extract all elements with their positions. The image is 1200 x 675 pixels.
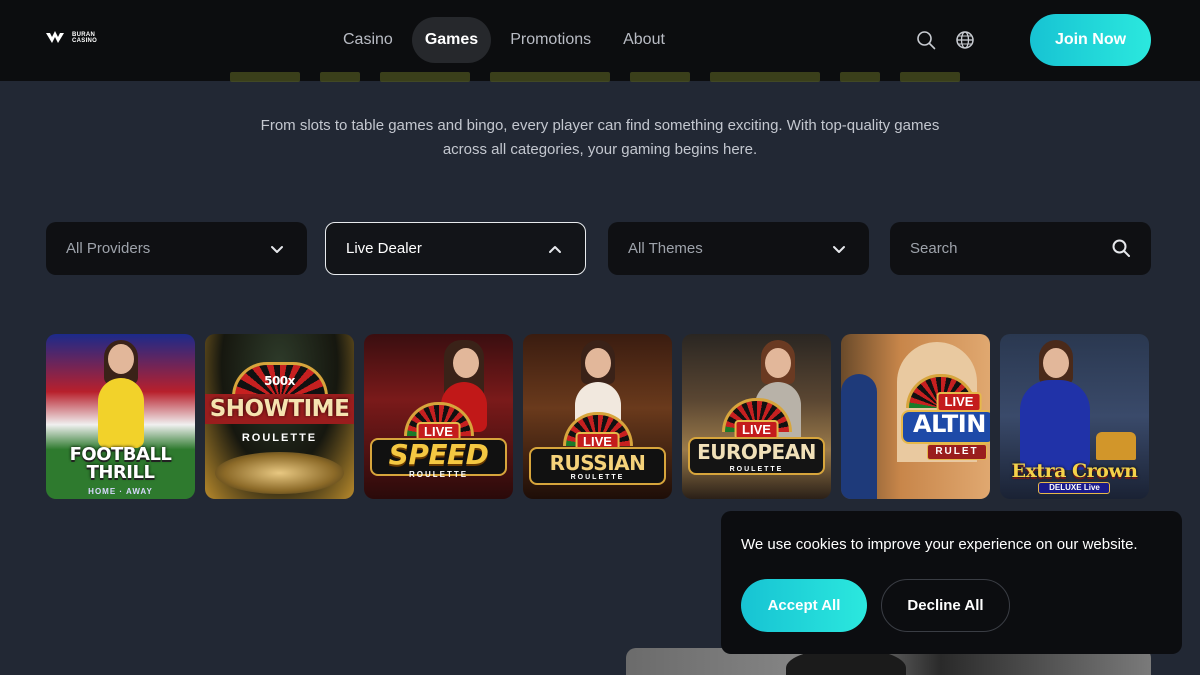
nav-casino[interactable]: Casino <box>330 17 406 63</box>
dealer-partial <box>841 374 877 499</box>
logo-text: BURAN CASINO <box>72 32 98 44</box>
game-subtitle: ROULETTE <box>729 466 784 473</box>
game-multiplier: 500x <box>264 374 295 388</box>
nav-games[interactable]: Games <box>411 17 492 63</box>
search-input-placeholder: Search <box>910 240 958 257</box>
chevron-up-icon <box>549 246 561 253</box>
search-icon[interactable] <box>916 30 936 50</box>
globe-icon[interactable] <box>955 30 975 50</box>
logo-icon <box>46 31 64 43</box>
game-title: SPEED <box>388 438 489 471</box>
logo[interactable]: BURAN CASINO <box>46 31 97 45</box>
game-card-live-european-roulette[interactable]: LIVE EUROPEAN ROULETTE <box>682 334 831 499</box>
category-dropdown[interactable]: Live Dealer <box>325 222 586 275</box>
cookie-banner: We use cookies to improve your experienc… <box>721 511 1182 654</box>
nav-promotions[interactable]: Promotions <box>497 17 604 63</box>
game-subtitle: ROULETTE <box>241 432 318 444</box>
dealer-face <box>453 348 479 378</box>
game-title: FOOTBALL THRILL <box>69 444 172 483</box>
chevron-down-icon <box>833 246 845 253</box>
game-title: EUROPEAN <box>697 440 816 464</box>
accept-all-button[interactable]: Accept All <box>741 579 867 632</box>
game-card-showtime-roulette[interactable]: 500x SHOWTIME ROULETTE <box>205 334 354 499</box>
game-title: Extra Crown <box>1011 460 1139 482</box>
section-intro: From slots to table games and bingo, eve… <box>260 117 940 158</box>
dealer-face <box>765 348 791 378</box>
game-card-football-thrill[interactable]: FOOTBALL THRILL HOME · AWAY <box>46 334 195 499</box>
join-now-button[interactable]: Join Now <box>1030 14 1151 66</box>
game-card-live-russian-roulette[interactable]: LIVE RUSSIAN ROULETTE <box>523 334 672 499</box>
themes-dropdown-value: All Themes <box>628 240 703 257</box>
search-icon[interactable] <box>1111 238 1131 258</box>
top-header: BURAN CASINO Casino Games Promotions Abo… <box>0 0 1200 81</box>
wheel-rim <box>215 452 344 494</box>
game-card-live-altin-rulet[interactable]: LIVE ALTIN RULET <box>841 334 990 499</box>
game-subtitle: ROULETTE <box>570 474 625 481</box>
treasure-chest <box>1096 432 1136 460</box>
game-title: RUSSIAN <box>549 451 646 475</box>
providers-dropdown-value: All Providers <box>66 240 151 257</box>
providers-dropdown[interactable]: All Providers <box>46 222 307 275</box>
game-subtitle: HOME · AWAY <box>88 487 153 496</box>
game-card-live-speed-roulette[interactable]: LIVE SPEED ROULETTE <box>364 334 513 499</box>
nav-about[interactable]: About <box>610 17 678 63</box>
game-subtitle: ROULETTE <box>408 470 469 479</box>
dealer-face <box>1043 348 1069 378</box>
section-heading-clipped <box>210 72 990 82</box>
game-title: ALTIN <box>913 410 986 438</box>
game-title: SHOWTIME <box>205 394 354 424</box>
game-subtitle: RULET <box>935 446 979 457</box>
themes-dropdown[interactable]: All Themes <box>608 222 869 275</box>
category-dropdown-value: Live Dealer <box>346 240 422 257</box>
dealer-shirt <box>97 378 144 448</box>
chevron-down-icon <box>271 246 283 253</box>
cookie-message: We use cookies to improve your experienc… <box>741 536 1138 553</box>
game-subtitle: DELUXE Live <box>1049 483 1100 492</box>
dealer-gown <box>1020 380 1090 470</box>
live-badge: LIVE <box>936 392 982 412</box>
dealer-face <box>584 348 611 378</box>
decline-all-button[interactable]: Decline All <box>881 579 1010 632</box>
dealer-face <box>107 344 134 374</box>
games-grid: FOOTBALL THRILL HOME · AWAY 500x SHOWTIM… <box>46 334 1149 499</box>
search-input[interactable]: Search <box>890 222 1151 275</box>
main-nav: Casino Games Promotions About <box>330 17 678 63</box>
game-card-extra-crown-deluxe-live[interactable]: Extra Crown DELUXE Live <box>1000 334 1149 499</box>
